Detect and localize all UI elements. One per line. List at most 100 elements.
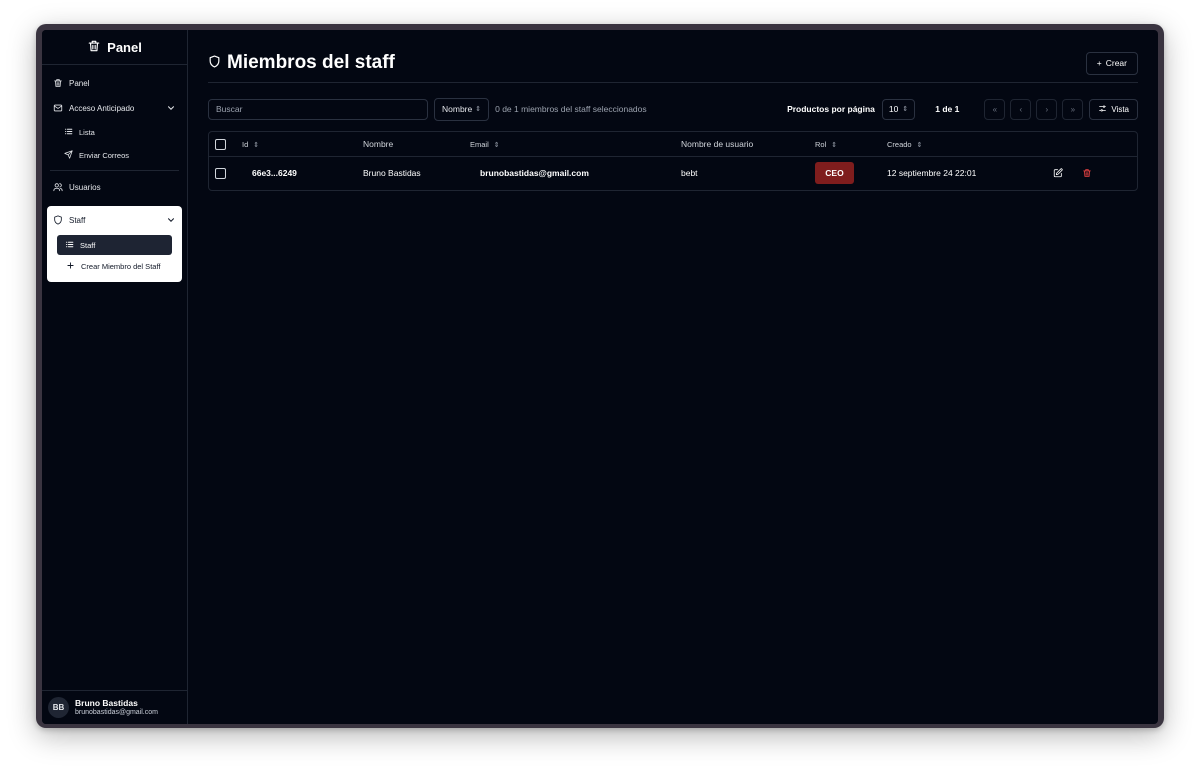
sidebar-item-panel[interactable]: Panel — [42, 71, 187, 96]
column-header-label: Creado — [887, 139, 912, 149]
sidebar-subitem-label: Crear Miembro del Staff — [81, 262, 161, 271]
column-header-username: Nombre de usuario — [681, 132, 815, 157]
users-icon — [53, 182, 63, 194]
sidebar-subitem-enviar-correos[interactable]: Enviar Correos — [42, 144, 187, 167]
sidebar-group-staff: Staff Staff Crear Miembro del Staff — [47, 206, 182, 282]
sort-icon: ⇕ — [253, 141, 260, 149]
row-select-cell — [209, 157, 242, 190]
sidebar-subitem-create-staff[interactable]: Crear Miembro del Staff — [47, 255, 182, 278]
chevrons-up-down-icon: ⇕ — [902, 106, 909, 113]
sidebar-subitem-label: Enviar Correos — [79, 151, 130, 160]
select-all-cell — [209, 132, 242, 157]
sort-dropdown-label: Nombre — [442, 104, 473, 114]
sliders-icon — [1098, 104, 1107, 115]
cell-created: 12 septiembre 24 22:01 — [887, 168, 977, 178]
mail-icon — [53, 103, 63, 115]
sidebar: Panel Panel Acceso Anticipado Lista Envi… — [42, 30, 188, 724]
app-window: Panel Panel Acceso Anticipado Lista Envi… — [36, 24, 1164, 728]
column-header-label: Rol — [815, 139, 827, 149]
first-page-button[interactable]: « — [984, 98, 1006, 120]
per-page-label: Productos por página — [787, 104, 875, 114]
sidebar-item-label: Usuarios — [69, 183, 101, 192]
row-checkbox[interactable] — [215, 167, 226, 179]
chevron-left-icon: ‹ — [1019, 104, 1023, 114]
cell-role: CEO — [815, 157, 887, 190]
table-header-row: Id ⇕ Nombre Email ⇕ Nombre de usuario Ro… — [209, 132, 1137, 157]
delete-icon[interactable] — [1082, 168, 1092, 178]
cell-email: brunobastidas@gmail.com — [480, 168, 589, 178]
column-header-actions — [1053, 132, 1137, 157]
prev-page-button[interactable]: ‹ — [1010, 98, 1032, 120]
table-toolbar: Nombre ⇕ 0 de 1 miembros del staff selec… — [208, 97, 1138, 121]
column-header-label: Nombre — [363, 139, 394, 149]
send-icon — [64, 150, 73, 161]
per-page-value: 10 — [888, 104, 899, 114]
sidebar-item-usuarios[interactable]: Usuarios — [42, 175, 187, 200]
sidebar-divider — [50, 170, 179, 171]
column-header-label: Id — [242, 139, 249, 149]
select-all-checkbox[interactable] — [215, 138, 226, 150]
user-profile[interactable]: BB Bruno Bastidas brunobastidas@gmail.co… — [42, 690, 187, 724]
sort-icon: ⇕ — [831, 141, 838, 149]
trash-icon — [53, 78, 63, 90]
view-options-button[interactable]: Vista — [1089, 98, 1138, 120]
sidebar-item-staff[interactable]: Staff — [47, 208, 182, 233]
page-title: Miembros del staff — [208, 52, 1086, 74]
app-screen: Panel Panel Acceso Anticipado Lista Envi… — [42, 30, 1158, 724]
sidebar-subitem-staff[interactable]: Staff — [57, 235, 172, 255]
plus-icon: + — [1096, 58, 1102, 68]
chevrons-right-icon: » — [1070, 104, 1076, 114]
sidebar-item-label: Panel — [69, 79, 90, 88]
staff-table: Id ⇕ Nombre Email ⇕ Nombre de usuario Ro… — [208, 131, 1138, 191]
brand: Panel — [42, 30, 187, 65]
sidebar-item-early-access[interactable]: Acceso Anticipado — [42, 96, 187, 121]
sort-icon: ⇕ — [493, 141, 500, 149]
cell-id: 66e3...6249 — [252, 168, 297, 178]
page-header: Miembros del staff + Crear — [208, 48, 1138, 83]
list-icon — [64, 127, 73, 138]
chevron-down-icon[interactable] — [166, 215, 176, 227]
chevron-down-icon[interactable] — [166, 103, 176, 115]
column-header-name: Nombre — [363, 132, 470, 157]
selection-count: 0 de 1 miembros del staff seleccionados — [495, 104, 647, 114]
sidebar-subitem-label: Lista — [79, 128, 95, 137]
next-page-button[interactable]: › — [1036, 98, 1058, 120]
column-header-label: Email — [470, 139, 489, 149]
plus-icon — [66, 261, 75, 272]
chevron-right-icon: › — [1045, 104, 1049, 114]
avatar: BB — [48, 697, 69, 718]
column-header-created[interactable]: Creado ⇕ — [887, 132, 1053, 157]
shield-icon — [53, 214, 63, 227]
user-name: Bruno Bastidas — [75, 698, 138, 708]
brand-title: Panel — [107, 39, 142, 55]
sidebar-item-label: Acceso Anticipado — [69, 104, 135, 113]
create-button[interactable]: + Crear — [1085, 51, 1138, 75]
per-page-select[interactable]: 10 ⇕ — [881, 98, 916, 120]
search-input[interactable] — [208, 98, 428, 120]
cell-actions — [1053, 157, 1137, 190]
page-info: 1 de 1 — [935, 104, 960, 114]
page-title-text: Miembros del staff — [227, 52, 395, 73]
trash-logo-icon — [87, 39, 101, 56]
column-header-email[interactable]: Email ⇕ — [470, 132, 681, 157]
sort-icon: ⇕ — [916, 141, 923, 149]
view-button-label: Vista — [1111, 104, 1129, 114]
create-button-label: Crear — [1105, 58, 1127, 68]
sort-dropdown[interactable]: Nombre ⇕ — [434, 97, 490, 121]
user-email: brunobastidas@gmail.com — [75, 709, 158, 716]
chevrons-left-icon: « — [992, 104, 998, 114]
column-header-label: Nombre de usuario — [681, 139, 754, 149]
sidebar-subitem-lista[interactable]: Lista — [42, 121, 187, 144]
edit-icon[interactable] — [1053, 168, 1065, 178]
sidebar-item-label: Staff — [69, 216, 86, 225]
role-badge: CEO — [815, 162, 854, 184]
sidebar-subitem-label: Staff — [80, 240, 96, 250]
shield-icon — [208, 52, 221, 74]
chevrons-up-down-icon: ⇕ — [475, 106, 482, 113]
main-content: Miembros del staff + Crear Nombre ⇕ 0 de… — [188, 30, 1158, 724]
cell-name: Bruno Bastidas — [363, 168, 421, 178]
column-header-role[interactable]: Rol ⇕ — [815, 132, 887, 157]
cell-username: bebt — [681, 168, 698, 178]
column-header-id[interactable]: Id ⇕ — [242, 132, 363, 157]
last-page-button[interactable]: » — [1062, 98, 1084, 120]
